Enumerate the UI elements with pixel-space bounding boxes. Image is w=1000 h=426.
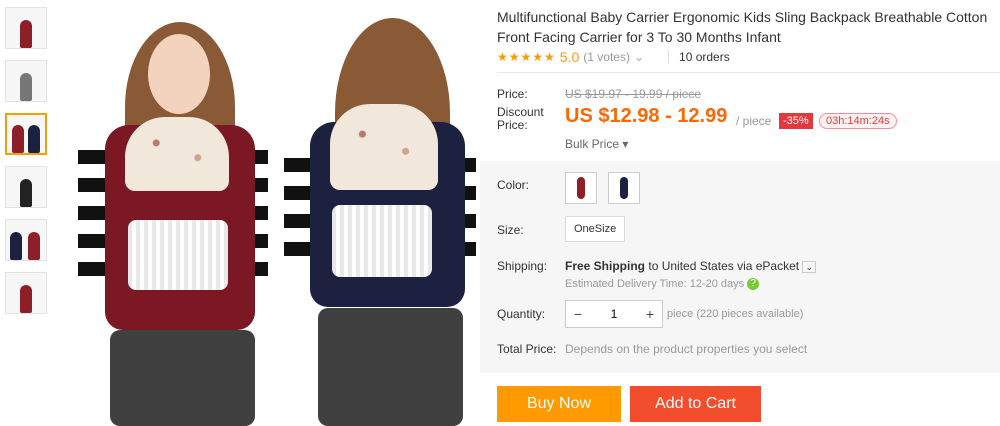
thumbnail-3[interactable]	[5, 113, 47, 155]
bulk-price-toggle[interactable]: Bulk Price ▾	[565, 137, 628, 151]
rating-value: 5.0	[559, 49, 580, 65]
shipping-dropdown-icon[interactable]: ⌄	[802, 261, 816, 273]
free-shipping-text: Free Shipping	[565, 259, 646, 273]
thumbnail-1[interactable]	[5, 7, 47, 49]
thumbnail-2[interactable]	[5, 60, 47, 102]
shipping-info: Free Shipping to United States via ePack…	[565, 259, 816, 273]
add-to-cart-button[interactable]: Add to Cart	[630, 386, 761, 422]
model-front	[70, 0, 270, 426]
discount-price-label: Discount Price:	[497, 105, 544, 132]
delivery-time: Estimated Delivery Time: 12-20 days ?	[565, 278, 760, 291]
rating-stars-icon: ★★★★★	[497, 50, 556, 64]
price-unit: / piece	[736, 114, 772, 128]
model-back	[280, 0, 480, 426]
quantity-label: Quantity:	[497, 307, 546, 321]
shipping-label: Shipping:	[497, 259, 548, 273]
discount-badge: -35%	[779, 113, 813, 129]
size-label: Size:	[497, 223, 524, 237]
rating-row: ★★★★★ 5.0 (1 votes) ⌄ 10 orders	[497, 49, 730, 65]
buy-now-button[interactable]: Buy Now	[497, 386, 621, 422]
color-label: Color:	[497, 178, 530, 192]
discount-price: US $12.98 - 12.99	[565, 105, 728, 127]
thumbnail-6[interactable]	[5, 272, 47, 314]
price-label: Price:	[497, 87, 528, 101]
votes-link[interactable]: (1 votes)	[583, 50, 630, 64]
original-price: US $19.97 - 19.99 / piece	[565, 87, 702, 101]
thumbnail-4[interactable]	[5, 166, 47, 208]
total-price-note: Depends on the product properties you se…	[565, 342, 808, 356]
help-icon[interactable]: ?	[747, 278, 760, 291]
thumbnail-5[interactable]	[5, 219, 47, 261]
quantity-input[interactable]	[592, 306, 636, 322]
quantity-stepper: − +	[565, 300, 663, 328]
shipping-destination: to United States via ePacket	[648, 259, 800, 273]
main-product-image	[60, 0, 480, 426]
product-info: Multifunctional Baby Carrier Ergonomic K…	[480, 0, 1000, 426]
quantity-increase-button[interactable]: +	[638, 302, 662, 326]
thumbnail-list	[5, 7, 49, 325]
quantity-decrease-button[interactable]: −	[566, 302, 590, 326]
total-price-label: Total Price:	[497, 342, 557, 356]
product-title: Multifunctional Baby Carrier Ergonomic K…	[497, 9, 988, 45]
size-option-onesize[interactable]: OneSize	[565, 216, 626, 242]
color-option-navy[interactable]	[608, 172, 640, 204]
divider	[497, 72, 1000, 73]
quantity-available: piece (220 pieces available)	[667, 308, 804, 320]
countdown-timer: 03h:14m:24s	[819, 113, 897, 129]
orders-count: 10 orders	[668, 50, 730, 64]
color-option-red[interactable]	[565, 172, 597, 204]
chevron-down-icon[interactable]: ⌄	[634, 50, 644, 64]
